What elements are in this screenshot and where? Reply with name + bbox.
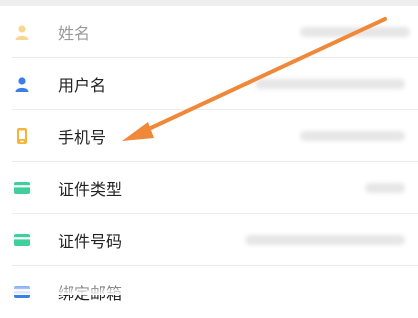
card-icon: [13, 231, 31, 249]
card-icon: [13, 179, 31, 197]
row-label: 姓名: [58, 24, 91, 43]
blurred-value: [255, 79, 405, 89]
blurred-value: [245, 235, 405, 245]
blurred-value: [300, 27, 410, 37]
row-name[interactable]: 姓名: [0, 6, 418, 58]
row-label: 手机号: [58, 128, 107, 147]
row-label: 证件类型: [58, 180, 123, 199]
row-id-number[interactable]: 证件号码: [0, 214, 418, 266]
blurred-value: [300, 131, 405, 141]
phone-icon: [13, 127, 31, 145]
person-icon: [13, 23, 31, 41]
row-phone[interactable]: 手机号: [0, 110, 418, 162]
blurred-value: [365, 183, 405, 193]
row-label: 证件号码: [58, 232, 123, 251]
profile-info-list: 姓名 用户名 手机号 证件类型 证件号码: [0, 6, 418, 318]
row-id-type[interactable]: 证件类型: [0, 162, 418, 214]
row-label: 用户名: [58, 76, 107, 95]
row-username[interactable]: 用户名: [0, 58, 418, 110]
bottom-fade: [0, 281, 418, 295]
person-icon: [13, 75, 31, 93]
